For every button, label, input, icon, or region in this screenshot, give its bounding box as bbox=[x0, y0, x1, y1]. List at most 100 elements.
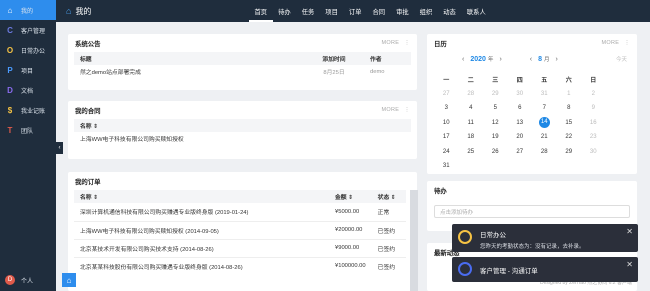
notification-toast[interactable]: 日常办公 您昨天的考勤状态为：没有记录，去补录。 ✕ bbox=[452, 224, 638, 252]
calendar-day[interactable]: 25 bbox=[459, 149, 484, 155]
more-link[interactable]: MORE ⋮ bbox=[601, 40, 630, 46]
calendar-day[interactable]: 10 bbox=[434, 120, 459, 126]
more-link[interactable]: MORE ⋮ bbox=[381, 107, 410, 113]
user-menu[interactable]: D 个人 bbox=[5, 275, 33, 285]
tab-todo[interactable]: 待办 bbox=[273, 0, 297, 22]
calendar-day[interactable]: 8 bbox=[557, 105, 582, 111]
calendar-day[interactable]: 30 bbox=[581, 149, 606, 155]
calendar-day[interactable]: 23 bbox=[581, 134, 606, 140]
sort-icon[interactable]: ⇕ bbox=[93, 124, 98, 130]
calendar-day[interactable]: 27 bbox=[508, 149, 533, 155]
calendar-day[interactable]: 13 bbox=[508, 120, 533, 126]
calendar-day[interactable]: 11 bbox=[459, 120, 484, 126]
calendar-day[interactable]: 31 bbox=[532, 91, 557, 97]
more-options-icon[interactable]: ⋮ bbox=[624, 40, 630, 46]
calendar-day[interactable]: 20 bbox=[508, 134, 533, 140]
sidebar-collapse-toggle[interactable]: ‹ bbox=[56, 142, 63, 154]
customer-icon bbox=[458, 262, 472, 276]
calendar-day[interactable]: 28 bbox=[459, 91, 484, 97]
office-icon: O bbox=[6, 45, 14, 55]
tab-organization[interactable]: 组织 bbox=[414, 0, 438, 22]
panel-title: 系统公告 bbox=[75, 40, 101, 48]
scrollbar[interactable] bbox=[410, 190, 418, 291]
table-row[interactable]: 北京某某科技股份有限公司购买赚遇专业版终身版 (2014-08-26) ¥100… bbox=[74, 256, 406, 275]
notification-toast[interactable]: 客户管理 - 沟通订单 ✕ bbox=[452, 257, 638, 282]
calendar-day[interactable]: 16 bbox=[581, 120, 606, 126]
more-options-icon[interactable]: ⋮ bbox=[404, 40, 410, 46]
contract-name[interactable]: 上海WW电子科技有限公司购买赎知授权 bbox=[74, 132, 411, 145]
sidebar-item-team[interactable]: T 团队 bbox=[0, 120, 56, 140]
close-icon[interactable]: ✕ bbox=[626, 227, 633, 236]
tab-home[interactable]: 首页 bbox=[249, 0, 273, 22]
tab-contacts[interactable]: 联系人 bbox=[461, 0, 491, 22]
calendar-day[interactable]: 18 bbox=[459, 134, 484, 140]
table-row[interactable]: 北京某技术开发有限公司购买技术支持 (2014-08-26) ¥9000.00 … bbox=[74, 238, 406, 257]
sidebar-item-accounting[interactable]: $ 我业记账 bbox=[0, 100, 56, 120]
calendar-day[interactable]: 5 bbox=[483, 105, 508, 111]
table-row[interactable]: 然之demo站点部署完成 8月25日 demo bbox=[74, 65, 411, 78]
order-amount: ¥9000.00 bbox=[329, 238, 372, 257]
sidebar-item-projects[interactable]: P 项目 bbox=[0, 60, 56, 80]
sort-icon[interactable]: ⇕ bbox=[348, 195, 353, 201]
table-row[interactable]: 深圳计算机通信科技有限公司购买赚遇专业版终身版 (2019-01-24) ¥50… bbox=[74, 203, 406, 221]
next-year-icon[interactable]: › bbox=[499, 56, 501, 63]
order-name[interactable]: 北京某技术开发有限公司购买技术支持 (2014-08-26) bbox=[74, 238, 329, 257]
close-icon[interactable]: ✕ bbox=[626, 260, 633, 269]
calendar-day[interactable]: 12 bbox=[483, 120, 508, 126]
tab-dynamics[interactable]: 动态 bbox=[438, 0, 462, 22]
weekday-label: 日 bbox=[590, 77, 597, 84]
column-header[interactable]: 金额 ⇕ bbox=[329, 190, 372, 203]
sort-icon[interactable]: ⇕ bbox=[391, 195, 396, 201]
announcement-title[interactable]: 然之demo站点部署完成 bbox=[74, 65, 304, 78]
more-link[interactable]: MORE ⋮ bbox=[381, 40, 410, 46]
home-shortcut-button[interactable]: ⌂ bbox=[62, 273, 76, 287]
prev-month-icon[interactable]: ‹ bbox=[530, 56, 532, 63]
calendar-day[interactable]: 17 bbox=[434, 134, 459, 140]
order-name[interactable]: 上海WW电子科技有限公司购买赎知授权 (2014-09-05) bbox=[74, 220, 329, 239]
column-header[interactable]: 名称 ⇕ bbox=[74, 190, 329, 203]
sort-icon[interactable]: ⇕ bbox=[93, 195, 98, 201]
tab-projects[interactable]: 项目 bbox=[320, 0, 344, 22]
calendar-day[interactable]: 31 bbox=[434, 163, 459, 169]
sidebar-item-docs[interactable]: D 文档 bbox=[0, 80, 56, 100]
order-name[interactable]: 深圳计算机通信科技有限公司购买赚遇专业版终身版 (2019-01-24) bbox=[74, 203, 329, 221]
calendar-day[interactable]: 1 bbox=[557, 91, 582, 97]
order-amount: ¥5000.00 bbox=[335, 208, 360, 215]
calendar-day[interactable]: 29 bbox=[483, 91, 508, 97]
calendar-day[interactable]: 19 bbox=[483, 134, 508, 140]
sidebar-item-mine[interactable]: ⌂ 我的 bbox=[0, 0, 56, 20]
tab-contracts[interactable]: 合同 bbox=[367, 0, 391, 22]
more-options-icon[interactable]: ⋮ bbox=[404, 107, 410, 113]
calendar-day[interactable]: 3 bbox=[434, 105, 459, 111]
tab-orders[interactable]: 订单 bbox=[343, 0, 367, 22]
calendar-day[interactable]: 2 bbox=[581, 91, 606, 97]
sidebar-item-customers[interactable]: C 客户管理 bbox=[0, 20, 56, 40]
prev-year-icon[interactable]: ‹ bbox=[462, 56, 464, 63]
calendar-day[interactable]: 29 bbox=[557, 149, 582, 155]
calendar-day[interactable]: 22 bbox=[557, 134, 582, 140]
calendar-day[interactable]: 27 bbox=[434, 91, 459, 97]
calendar-day-today[interactable]: 14 bbox=[532, 117, 557, 129]
calendar-day[interactable]: 9 bbox=[581, 105, 606, 111]
calendar-day[interactable]: 15 bbox=[557, 120, 582, 126]
table-row[interactable]: 上海WW电子科技有限公司购买赎知授权 (2014-09-05) ¥20000.0… bbox=[74, 220, 406, 239]
calendar-day[interactable]: 4 bbox=[459, 105, 484, 111]
table-row[interactable]: 上海WW电子科技有限公司购买赎知授权 bbox=[74, 132, 411, 145]
calendar-day[interactable]: 30 bbox=[508, 91, 533, 97]
calendar-day[interactable]: 21 bbox=[532, 134, 557, 140]
todo-input[interactable]: 点击添加待办 bbox=[434, 205, 630, 218]
notification-body[interactable]: 您昨天的考勤状态为：没有记录，去补录。 bbox=[480, 242, 585, 250]
column-header[interactable]: 状态 ⇕ bbox=[371, 190, 406, 203]
tab-tasks[interactable]: 任务 bbox=[296, 0, 320, 22]
calendar-day[interactable]: 6 bbox=[508, 105, 533, 111]
next-month-icon[interactable]: › bbox=[556, 56, 558, 63]
calendar-day[interactable]: 7 bbox=[532, 105, 557, 111]
calendar-day[interactable]: 26 bbox=[483, 149, 508, 155]
today-button[interactable]: 今天 bbox=[616, 55, 627, 63]
column-header[interactable]: 名称 ⇕ bbox=[74, 119, 411, 132]
order-name[interactable]: 北京某某科技股份有限公司购买赚遇专业版终身版 (2014-08-26) bbox=[74, 256, 329, 275]
calendar-day[interactable]: 24 bbox=[434, 149, 459, 155]
calendar-day[interactable]: 28 bbox=[532, 149, 557, 155]
tab-approvals[interactable]: 审批 bbox=[391, 0, 415, 22]
sidebar-item-office[interactable]: O 日常办公 bbox=[0, 40, 56, 60]
